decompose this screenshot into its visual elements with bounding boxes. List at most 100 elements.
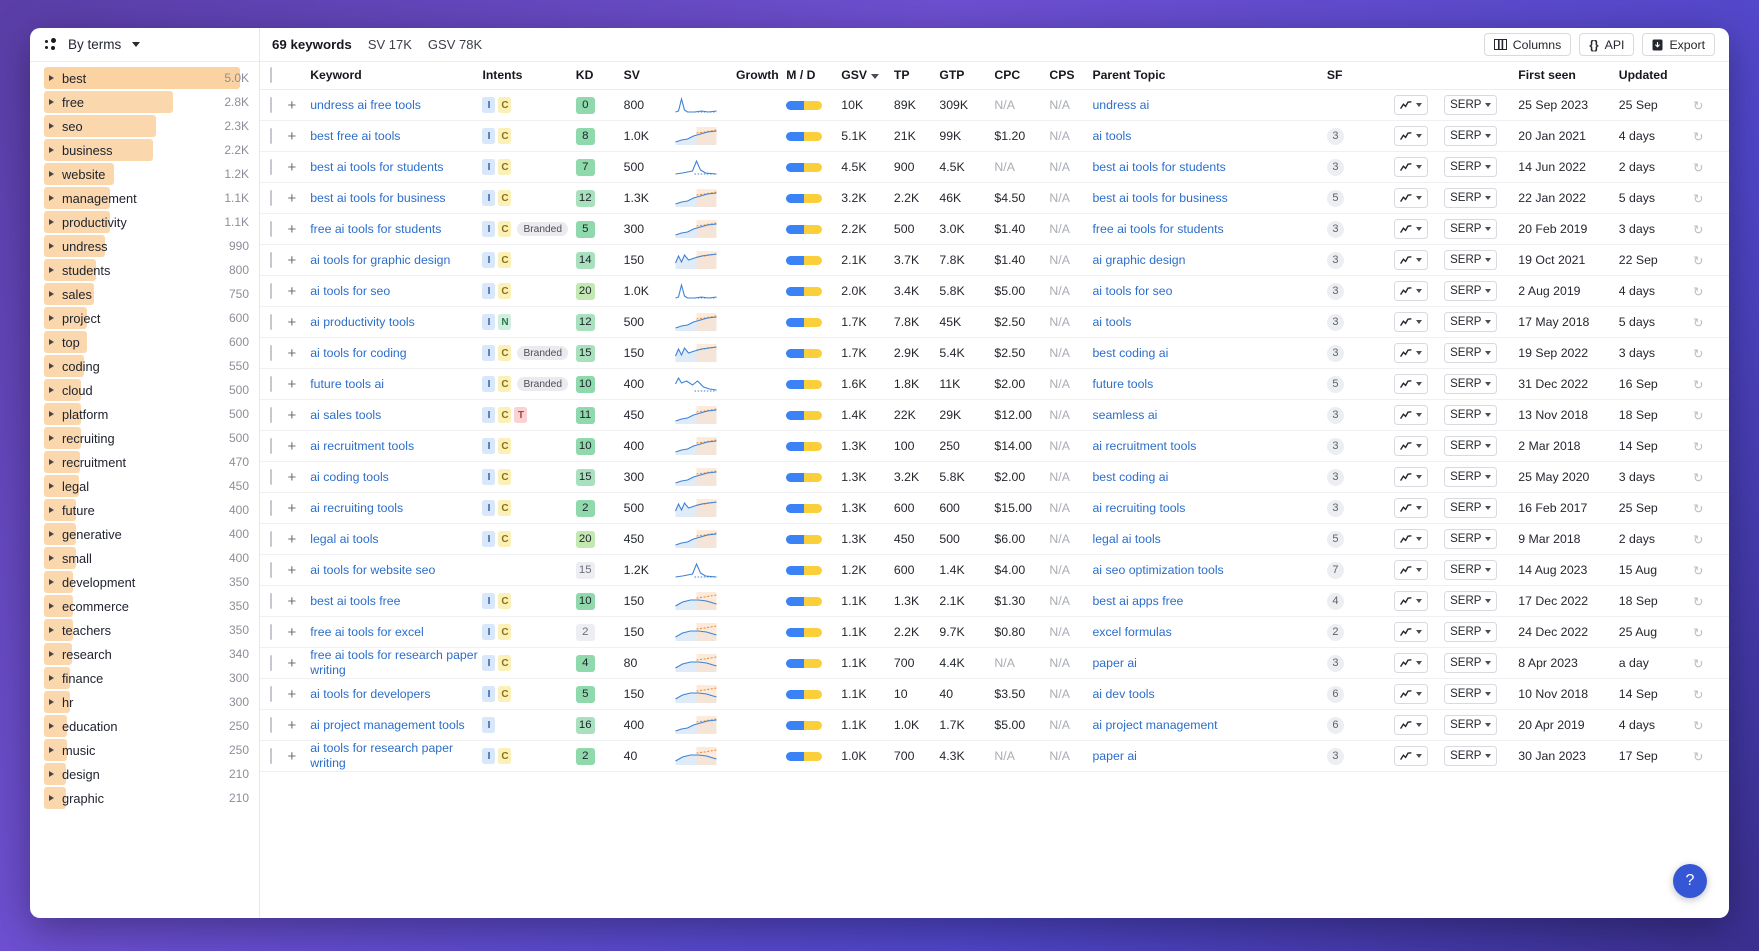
intent-badge-I[interactable]: I xyxy=(482,593,496,609)
keyword-link[interactable]: best free ai tools xyxy=(310,129,400,144)
row-checkbox[interactable] xyxy=(270,655,272,671)
row-add-cell[interactable]: + xyxy=(287,461,311,493)
parent-topic-cell[interactable]: future tools xyxy=(1092,368,1327,400)
expand-triangle-icon[interactable] xyxy=(49,195,54,201)
sidebar-item-future[interactable]: future 400 xyxy=(44,498,249,522)
th-gsv[interactable]: GSV xyxy=(841,62,894,90)
serp-button[interactable]: SERP xyxy=(1444,312,1498,332)
expand-triangle-icon[interactable] xyxy=(49,579,54,585)
row-add-cell[interactable]: + xyxy=(287,678,311,710)
intent-badge-I[interactable]: I xyxy=(482,686,496,702)
add-keyword-icon[interactable]: + xyxy=(288,252,297,269)
row-select-cell[interactable] xyxy=(260,678,288,710)
serp-cell[interactable]: SERP xyxy=(1444,647,1519,679)
intent-badge-C[interactable]: C xyxy=(498,221,512,237)
api-button[interactable]: {} API xyxy=(1579,33,1635,56)
intent-badge-I[interactable]: I xyxy=(482,159,496,175)
sidebar-item-coding[interactable]: coding 550 xyxy=(44,354,249,378)
expand-triangle-icon[interactable] xyxy=(49,411,54,417)
parent-topic-link[interactable]: best ai apps free xyxy=(1092,594,1183,608)
expand-triangle-icon[interactable] xyxy=(49,267,54,273)
refresh-cell[interactable]: ↻ xyxy=(1692,306,1729,338)
trend-cell[interactable] xyxy=(1393,647,1445,679)
keyword-link[interactable]: ai project management tools xyxy=(310,718,464,733)
refresh-cell[interactable]: ↻ xyxy=(1692,740,1729,772)
row-select-cell[interactable] xyxy=(260,182,288,214)
trend-cell[interactable] xyxy=(1393,585,1445,617)
refresh-icon[interactable]: ↻ xyxy=(1693,750,1703,764)
intent-badge-I[interactable]: I xyxy=(482,748,496,764)
trend-cell[interactable] xyxy=(1393,213,1445,245)
row-add-cell[interactable]: + xyxy=(287,740,311,772)
expand-triangle-icon[interactable] xyxy=(49,555,54,561)
serp-button[interactable]: SERP xyxy=(1444,529,1498,549)
keyword-link[interactable]: undress ai free tools xyxy=(310,98,421,113)
refresh-cell[interactable]: ↻ xyxy=(1692,492,1729,524)
serp-cell[interactable]: SERP xyxy=(1444,492,1519,524)
keyword-link[interactable]: best ai tools for business xyxy=(310,191,445,206)
add-keyword-icon[interactable]: + xyxy=(288,624,297,641)
parent-topic-cell[interactable]: ai tools for seo xyxy=(1092,275,1327,307)
export-button[interactable]: Export xyxy=(1642,33,1715,56)
add-keyword-icon[interactable]: + xyxy=(288,97,297,114)
parent-topic-link[interactable]: ai project management xyxy=(1092,718,1217,732)
refresh-cell[interactable]: ↻ xyxy=(1692,430,1729,462)
row-select-cell[interactable] xyxy=(260,368,288,400)
table-row[interactable]: + ai project management tools I 16 400 1.1K 1.… xyxy=(260,709,1729,741)
parent-topic-cell[interactable]: best ai apps free xyxy=(1092,585,1327,617)
add-keyword-icon[interactable]: + xyxy=(288,562,297,579)
expand-triangle-icon[interactable] xyxy=(49,483,54,489)
refresh-icon[interactable]: ↻ xyxy=(1693,285,1703,299)
sidebar-item-website[interactable]: website 1.2K xyxy=(44,162,249,186)
row-checkbox[interactable] xyxy=(270,128,272,144)
table-row[interactable]: + ai productivity tools I N 12 500 1.7K 7.8K 45K… xyxy=(260,306,1729,338)
row-add-cell[interactable]: + xyxy=(287,399,311,431)
row-select-cell[interactable] xyxy=(260,740,288,772)
serp-cell[interactable]: SERP xyxy=(1444,120,1519,152)
serp-cell[interactable]: SERP xyxy=(1444,368,1519,400)
expand-triangle-icon[interactable] xyxy=(49,171,54,177)
refresh-icon[interactable]: ↻ xyxy=(1693,502,1703,516)
th-parent-topic[interactable]: Parent Topic xyxy=(1092,62,1327,90)
keyword-link[interactable]: ai coding tools xyxy=(310,470,389,485)
refresh-cell[interactable]: ↻ xyxy=(1692,151,1729,183)
intent-badge-I[interactable]: I xyxy=(482,655,496,671)
th-cps[interactable]: CPS xyxy=(1049,62,1093,90)
expand-triangle-icon[interactable] xyxy=(49,603,54,609)
refresh-icon[interactable]: ↻ xyxy=(1693,440,1703,454)
keyword-cell[interactable]: best ai tools free xyxy=(310,585,483,617)
th-first-seen[interactable]: First seen xyxy=(1518,62,1619,90)
parent-topic-cell[interactable]: ai project management xyxy=(1092,709,1327,741)
serp-cell[interactable]: SERP xyxy=(1444,585,1519,617)
keyword-link[interactable]: ai tools for graphic design xyxy=(310,253,450,268)
table-row[interactable]: + ai recruitment tools I C 10 400 1.3K 100 250 $1… xyxy=(260,430,1729,462)
row-checkbox[interactable] xyxy=(270,407,272,423)
refresh-cell[interactable]: ↻ xyxy=(1692,89,1729,121)
keyword-cell[interactable]: free ai tools for students xyxy=(310,213,483,245)
table-row[interactable]: + ai tools for seo I C 20 1.0K 2.0K 3.4K 5.8K $5.… xyxy=(260,275,1729,307)
sidebar-item-cloud[interactable]: cloud 500 xyxy=(44,378,249,402)
sidebar-item-hr[interactable]: hr 300 xyxy=(44,690,249,714)
row-select-cell[interactable] xyxy=(260,213,288,245)
serp-button[interactable]: SERP xyxy=(1444,684,1498,704)
add-keyword-icon[interactable]: + xyxy=(288,593,297,610)
trend-button[interactable] xyxy=(1393,405,1428,425)
table-row[interactable]: + future tools ai I C Branded 10 400 1.6K 1.8K 11… xyxy=(260,368,1729,400)
serp-cell[interactable]: SERP xyxy=(1444,523,1519,555)
trend-cell[interactable] xyxy=(1393,120,1445,152)
parent-topic-link[interactable]: best ai tools for students xyxy=(1092,160,1225,174)
trend-button[interactable] xyxy=(1393,653,1428,673)
intent-badge-I[interactable]: I xyxy=(482,717,496,733)
select-all-checkbox[interactable] xyxy=(270,67,272,83)
row-select-cell[interactable] xyxy=(260,275,288,307)
th-select-all[interactable] xyxy=(260,62,288,90)
table-row[interactable]: + best ai tools for business I C 12 1.3K 3.2K 2… xyxy=(260,182,1729,214)
keyword-cell[interactable]: ai sales tools xyxy=(310,399,483,431)
trend-button[interactable] xyxy=(1393,312,1428,332)
add-keyword-icon[interactable]: + xyxy=(288,376,297,393)
sidebar-item-small[interactable]: small 400 xyxy=(44,546,249,570)
th-growth[interactable]: Growth xyxy=(736,62,787,90)
keyword-cell[interactable]: ai coding tools xyxy=(310,461,483,493)
sidebar-item-teachers[interactable]: teachers 350 xyxy=(44,618,249,642)
trend-cell[interactable] xyxy=(1393,554,1445,586)
